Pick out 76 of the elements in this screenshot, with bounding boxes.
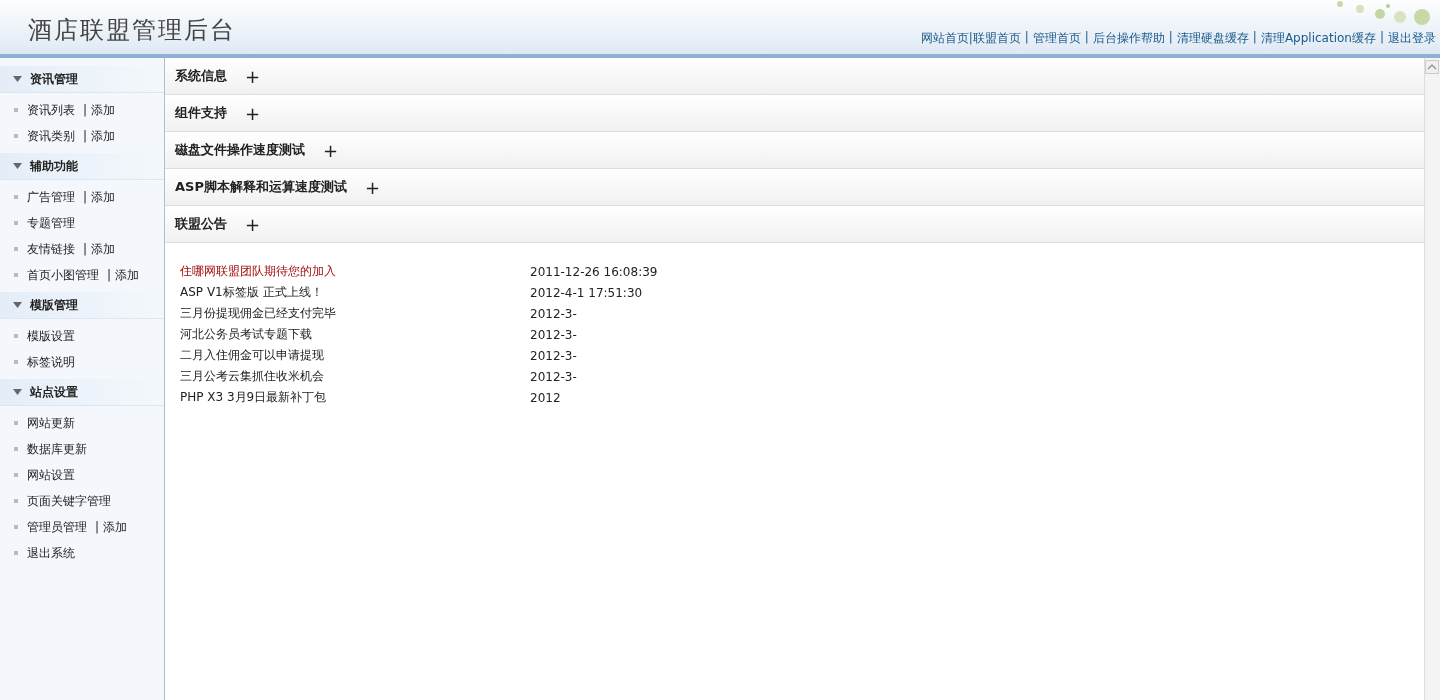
add-link[interactable]: 添加 [91, 188, 116, 206]
notice-date: 2012-3- [529, 348, 578, 363]
notice-link[interactable]: 住哪网联盟团队期待您的加入 [180, 263, 336, 280]
header-link[interactable]: 清理硬盘缓存 [1176, 30, 1249, 47]
notice-date: 2012-3- [529, 306, 578, 321]
menu-link[interactable]: 资讯类别 [27, 127, 75, 145]
separator: | [83, 242, 88, 256]
add-link[interactable]: 添加 [103, 518, 128, 536]
caret-icon [13, 389, 22, 395]
bullet-icon [14, 273, 18, 277]
menu-link[interactable]: 首页小图管理 [27, 266, 99, 284]
caret-icon [13, 163, 22, 169]
notice-date: 2012-3- [529, 369, 578, 384]
menu-link[interactable]: 页面关键字管理 [27, 492, 111, 510]
bullet-icon [14, 221, 18, 225]
menu-link[interactable]: 退出系统 [27, 544, 75, 562]
notice-date: 2012-4-1 17:51:30 [529, 285, 644, 300]
scrollbar[interactable] [1424, 58, 1440, 700]
header-link[interactable]: 网站首页|联盟首页 [920, 30, 1021, 47]
separator: | [95, 520, 100, 534]
menu-group-header[interactable]: 模版管理 [0, 292, 164, 319]
menu-link[interactable]: 专题管理 [27, 214, 75, 232]
separator: | [1084, 30, 1089, 46]
bullet-icon [14, 447, 18, 451]
menu-link[interactable]: 资讯列表 [27, 101, 75, 119]
add-link[interactable]: 添加 [91, 240, 116, 258]
menu-link[interactable]: 模版设置 [27, 327, 75, 345]
separator: | [1024, 30, 1029, 46]
header-link[interactable]: 清理Application缓存 [1260, 30, 1376, 47]
menu-group-header[interactable]: 站点设置 [0, 379, 164, 406]
notice-date: 2012 [529, 390, 562, 405]
bullet-icon [14, 134, 18, 138]
separator: | [83, 129, 88, 143]
notice-link[interactable]: PHP X3 3月9日最新补丁包 [180, 389, 327, 406]
menu-link[interactable]: 数据库更新 [27, 440, 87, 458]
bullet-icon [14, 195, 18, 199]
notice-link[interactable]: ASP V1标签版 正式上线！ [180, 284, 323, 301]
separator: | [1168, 30, 1173, 46]
separator: | [83, 190, 88, 204]
bullet-icon [14, 334, 18, 338]
notice-link[interactable]: 三月公考云集抓住收米机会 [180, 368, 324, 385]
add-link[interactable]: 添加 [91, 127, 116, 145]
add-link[interactable]: 添加 [115, 266, 140, 284]
menu-link[interactable]: 标签说明 [27, 353, 75, 371]
scroll-up-icon[interactable] [1425, 60, 1439, 74]
menu-group-header[interactable]: 辅助功能 [0, 153, 164, 180]
notice-link[interactable]: 二月入住佣金可以申请提现 [180, 347, 324, 364]
bullet-icon [14, 360, 18, 364]
header-link[interactable]: 退出登录 [1388, 30, 1436, 47]
notice-link[interactable]: 三月份提现佣金已经支付完毕 [180, 305, 336, 322]
bullet-icon [14, 108, 18, 112]
bullet-icon [14, 473, 18, 477]
header-link[interactable]: 后台操作帮助 [1092, 30, 1165, 47]
caret-icon [13, 302, 22, 308]
site-title: 酒店联盟管理后台 [28, 15, 236, 46]
bullet-icon [14, 247, 18, 251]
menu-link[interactable]: 网站更新 [27, 414, 75, 432]
bullet-icon [14, 551, 18, 555]
separator: | [1252, 30, 1257, 46]
bullet-icon [14, 421, 18, 425]
notice-date: 2011-12-26 16:08:39 [529, 264, 659, 279]
menu-group-header[interactable]: 资讯管理 [0, 66, 164, 93]
menu-link[interactable]: 管理员管理 [27, 518, 87, 536]
separator: | [107, 268, 112, 282]
menu-link[interactable]: 广告管理 [27, 188, 75, 206]
notice-link[interactable]: 河北公务员考试专题下载 [180, 326, 312, 343]
bullet-icon [14, 525, 18, 529]
separator: | [83, 103, 88, 117]
header-link[interactable]: 管理首页 [1032, 30, 1081, 47]
caret-icon [13, 76, 22, 82]
menu-link[interactable]: 网站设置 [27, 466, 75, 484]
notice-date: 2012-3- [529, 327, 578, 342]
bullet-icon [14, 499, 18, 503]
menu-link[interactable]: 友情链接 [27, 240, 75, 258]
add-link[interactable]: 添加 [91, 101, 116, 119]
separator: | [1379, 30, 1384, 46]
